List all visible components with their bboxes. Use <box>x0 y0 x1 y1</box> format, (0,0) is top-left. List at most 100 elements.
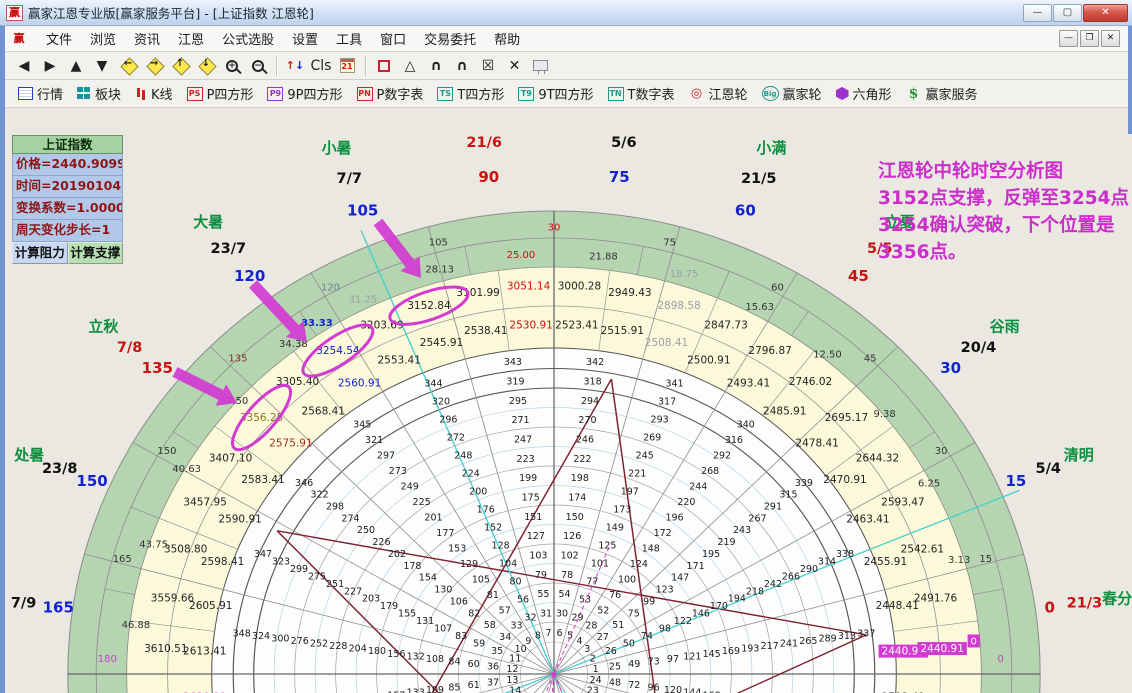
outer-degree-label: 165 <box>43 598 74 616</box>
view-label: P四方形 <box>207 84 254 103</box>
view-button-12[interactable]: $赢家服务 <box>906 84 978 103</box>
menu-item-6[interactable]: 工具 <box>327 30 371 51</box>
menu-item-2[interactable]: 资讯 <box>125 30 169 51</box>
view-button-2[interactable]: K线 <box>135 84 173 103</box>
wheel-number: 74 <box>641 631 653 642</box>
view-button-9[interactable]: ◎江恩轮 <box>689 84 748 103</box>
wheel-number: 14 <box>509 686 521 693</box>
step-row: 周天变化步长=1 <box>12 220 123 242</box>
solar-term-label: 春分 <box>1102 589 1132 607</box>
price-label-inner: 2613.41 <box>183 646 226 658</box>
annotation-line: 3254确认突破，下个位置是 <box>878 212 1132 239</box>
next-button[interactable]: ▶ <box>38 55 62 77</box>
price-label-inner: 2523.41 <box>555 319 598 331</box>
chart-area: QQ:100800360www.yingjia360.comwww.yingji… <box>10 134 1132 693</box>
wheel-number: 79 <box>535 570 547 581</box>
menu-item-9[interactable]: 帮助 <box>485 30 529 51</box>
menu-item-0[interactable]: 文件 <box>37 30 81 51</box>
arc-right-button[interactable]: ∩ <box>450 55 474 77</box>
percent-label: 0 <box>971 636 977 647</box>
view-button-11[interactable]: 六角形 <box>836 84 892 103</box>
view-button-8[interactable]: TNT数字表 <box>608 84 675 103</box>
annotation-line: 3152点支撑，反弹至3254点 <box>878 185 1132 212</box>
view-button-10[interactable]: Big赢家轮 <box>762 84 822 103</box>
zoom-in-button[interactable]: + <box>220 55 244 77</box>
solar-term-label: 谷雨 <box>990 318 1020 336</box>
wheel-number: 217 <box>761 641 779 652</box>
view-button-0[interactable]: 行情 <box>18 84 63 103</box>
view-button-1[interactable]: 板块 <box>77 84 121 103</box>
price-label-outer: 3559.66 <box>151 593 195 605</box>
wheel-number: 34 <box>499 632 511 643</box>
cls-button[interactable]: Cls <box>309 55 333 77</box>
wheel-number: 53 <box>579 595 591 606</box>
wheel-number: 193 <box>741 644 759 655</box>
calc-resistance-button[interactable]: 计算阻力 <box>12 242 68 264</box>
pan-right-button[interactable]: → <box>142 55 166 77</box>
wheel-number: 98 <box>659 624 671 635</box>
view-button-7[interactable]: T99T四方形 <box>518 84 593 103</box>
wheel-number: 55 <box>537 589 549 600</box>
free-select-button[interactable]: ✕ <box>502 55 526 77</box>
box-x-button[interactable]: ☒ <box>476 55 500 77</box>
outer-degree-label: 90 <box>478 168 499 186</box>
view-button-6[interactable]: TST四方形 <box>437 84 504 103</box>
wheel-number: 342 <box>586 357 604 368</box>
prev-button[interactable]: ◀ <box>12 55 36 77</box>
calendar-button[interactable]: 21 <box>335 55 359 77</box>
wheel-number: 100 <box>618 574 636 585</box>
wheel-number: 60 <box>468 659 480 670</box>
wheel-number: 72 <box>628 680 640 691</box>
menu-item-1[interactable]: 浏览 <box>81 30 125 51</box>
percent-label: 9.38 <box>873 409 895 420</box>
box-teal-icon: TN <box>608 87 624 101</box>
wheel-number: 154 <box>419 573 437 584</box>
maximize-button[interactable]: ▢ <box>1053 4 1082 22</box>
diamond-right-icon: → <box>146 57 163 74</box>
menu-item-8[interactable]: 交易委托 <box>415 30 485 51</box>
price-label-outer: 3508.80 <box>164 543 207 555</box>
axis-range-button[interactable]: ↑↓ <box>283 55 307 77</box>
wheel-number: 6 <box>556 628 562 639</box>
wheel-number: 175 <box>522 493 540 504</box>
mdi-close-button[interactable]: ✕ <box>1101 30 1120 47</box>
view-button-4[interactable]: P99P四方形 <box>267 84 342 103</box>
pan-down-button[interactable]: ↓ <box>194 55 218 77</box>
zoom-out-button[interactable]: − <box>246 55 270 77</box>
wheel-number: 248 <box>454 451 472 462</box>
wheel-number: 339 <box>795 478 813 489</box>
view-button-3[interactable]: PSP四方形 <box>187 84 254 103</box>
price-label-outer: 2847.73 <box>704 320 747 332</box>
menu-item-5[interactable]: 设置 <box>283 30 327 51</box>
wheel-number: 337 <box>857 628 875 639</box>
triangle-tool-button[interactable]: △ <box>398 55 422 77</box>
date-label: 5/4 <box>1036 461 1061 477</box>
wheel-number: 322 <box>310 490 328 501</box>
price-label-inner: 2500.91 <box>687 355 730 367</box>
arc-left-button[interactable]: ∩ <box>424 55 448 77</box>
square-tool-button[interactable] <box>372 55 396 77</box>
minimize-button[interactable]: — <box>1023 4 1052 22</box>
wheel-number: 12 <box>506 664 518 675</box>
mdi-restore-button[interactable]: ❐ <box>1080 30 1099 47</box>
pan-up-button[interactable]: ↑ <box>168 55 192 77</box>
down-triangle-button[interactable]: ▼ <box>90 55 114 77</box>
coefficient-row: 变换系数=1.00000 <box>12 198 123 220</box>
wheel-number: 295 <box>509 396 527 407</box>
wheel-number: 129 <box>460 559 478 570</box>
menu-item-4[interactable]: 公式选股 <box>213 30 283 51</box>
mdi-minimize-button[interactable]: — <box>1059 30 1078 47</box>
wheel-number: 268 <box>701 466 719 477</box>
up-triangle-button[interactable]: ▲ <box>64 55 88 77</box>
close-button[interactable]: ✕ <box>1083 4 1128 22</box>
menu-item-3[interactable]: 江恩 <box>169 30 213 51</box>
price-label-outer: 3407.10 <box>209 452 252 464</box>
degree-ring-label: 45 <box>864 353 877 364</box>
view-button-5[interactable]: PNP数字表 <box>357 84 424 103</box>
screen-button[interactable] <box>528 55 552 77</box>
kline-icon <box>135 87 147 101</box>
wheel-number: 345 <box>353 420 371 431</box>
menu-item-7[interactable]: 窗口 <box>371 30 415 51</box>
pan-left-button[interactable]: ← <box>116 55 140 77</box>
calc-support-button[interactable]: 计算支撑 <box>68 242 124 264</box>
